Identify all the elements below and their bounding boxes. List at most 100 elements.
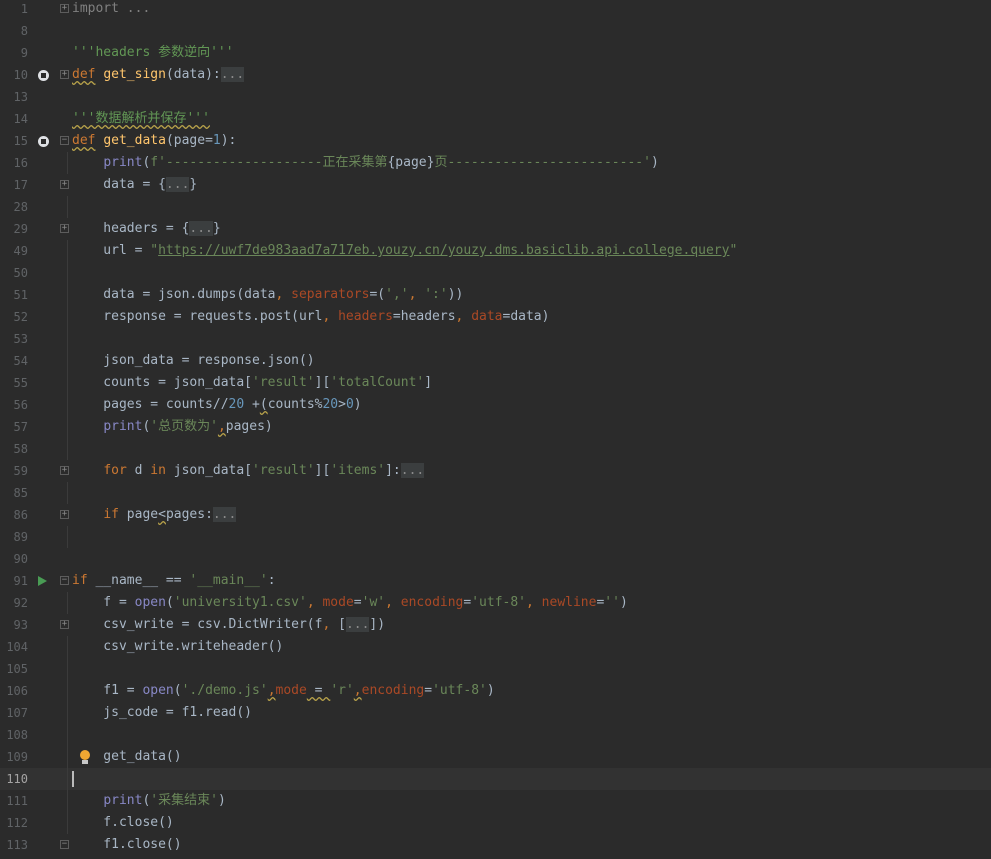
fold-toggle-icon[interactable]: + [60, 180, 69, 189]
code-line[interactable]: 14 '''数据解析并保存''' [0, 108, 991, 130]
code-line[interactable]: 53 [0, 328, 991, 350]
code-line[interactable]: 111 print('采集结束') [0, 790, 991, 812]
code-line[interactable]: 56 pages = counts//20 +(counts%20>0) [0, 394, 991, 416]
line-number[interactable]: 112 [0, 812, 28, 834]
code-line[interactable]: 55 counts = json_data['result']['totalCo… [0, 372, 991, 394]
code-text[interactable]: if page<pages:... [72, 504, 237, 526]
line-number[interactable]: 59 [0, 460, 28, 482]
run-icon[interactable] [35, 570, 49, 592]
code-line[interactable]: 110 [0, 768, 991, 790]
code-line[interactable]: 17 + data = {...} [0, 174, 991, 196]
code-line[interactable]: 109 get_data() [0, 746, 991, 768]
code-line[interactable]: 51 data = json.dumps(data, separators=('… [0, 284, 991, 306]
code-text[interactable]: json_data = response.json() [72, 350, 314, 372]
code-line[interactable]: 86 + if page<pages:... [0, 504, 991, 526]
line-number[interactable]: 86 [0, 504, 28, 526]
code-line[interactable]: 57 print('总页数为',pages) [0, 416, 991, 438]
code-line[interactable]: 13 [0, 86, 991, 108]
line-number[interactable]: 57 [0, 416, 28, 438]
fold-toggle-icon[interactable]: − [60, 136, 69, 145]
line-number[interactable]: 10 [0, 64, 28, 86]
fold-toggle-icon[interactable]: + [60, 510, 69, 519]
line-number[interactable]: 89 [0, 526, 28, 548]
code-line[interactable]: 59 + for d in json_data['result']['items'… [0, 460, 991, 482]
line-number[interactable]: 92 [0, 592, 28, 614]
code-text[interactable]: csv_write.writeheader() [72, 636, 283, 658]
code-text[interactable]: js_code = f1.read() [72, 702, 252, 724]
code-editor[interactable]: 1 + import ... 8 9 '''headers 参数逆向''' 10 + def g… [0, 0, 991, 859]
line-number[interactable]: 93 [0, 614, 28, 636]
code-text[interactable]: f = open('university1.csv', mode='w', en… [72, 592, 627, 614]
line-number[interactable]: 50 [0, 262, 28, 284]
code-line[interactable]: 85 [0, 482, 991, 504]
code-text[interactable]: pages = counts//20 +(counts%20>0) [72, 394, 361, 416]
code-text[interactable]: def get_data(page=1): [72, 130, 236, 152]
code-text[interactable]: if __name__ == '__main__': [72, 570, 276, 592]
line-number[interactable]: 28 [0, 196, 28, 218]
line-number[interactable]: 53 [0, 328, 28, 350]
code-line[interactable]: 104 csv_write.writeheader() [0, 636, 991, 658]
code-line[interactable]: 8 [0, 20, 991, 42]
code-line[interactable]: 106 f1 = open('./demo.js',mode = 'r',enc… [0, 680, 991, 702]
line-number[interactable]: 8 [0, 20, 28, 42]
code-line[interactable]: 28 [0, 196, 991, 218]
line-number[interactable]: 1 [0, 0, 28, 20]
code-line[interactable]: 15 − def get_data(page=1): [0, 130, 991, 152]
code-line[interactable]: 9 '''headers 参数逆向''' [0, 42, 991, 64]
line-number[interactable]: 90 [0, 548, 28, 570]
code-text[interactable]: '''数据解析并保存''' [72, 108, 210, 130]
line-number[interactable]: 55 [0, 372, 28, 394]
code-text[interactable]: data = json.dumps(data, separators=(',',… [72, 284, 463, 306]
code-line[interactable]: 90 [0, 548, 991, 570]
line-number[interactable]: 14 [0, 108, 28, 130]
line-number[interactable]: 107 [0, 702, 28, 724]
line-number[interactable]: 113 [0, 834, 28, 856]
code-text[interactable]: for d in json_data['result']['items']:..… [72, 460, 425, 482]
code-line[interactable]: 113 − f1.close() [0, 834, 991, 856]
line-number[interactable]: 9 [0, 42, 28, 64]
breakpoint-icon[interactable] [36, 64, 50, 86]
fold-toggle-icon[interactable]: + [60, 620, 69, 629]
code-text[interactable]: '''headers 参数逆向''' [72, 42, 234, 64]
line-number[interactable]: 16 [0, 152, 28, 174]
code-line[interactable]: 89 [0, 526, 991, 548]
code-line[interactable]: 29 + headers = {...} [0, 218, 991, 240]
code-line[interactable]: 52 response = requests.post(url, headers… [0, 306, 991, 328]
code-text[interactable]: def get_sign(data):... [72, 64, 245, 86]
fold-toggle-icon[interactable]: + [60, 224, 69, 233]
line-number[interactable]: 54 [0, 350, 28, 372]
code-text[interactable]: response = requests.post(url, headers=he… [72, 306, 549, 328]
line-number[interactable]: 17 [0, 174, 28, 196]
fold-toggle-icon[interactable]: + [60, 70, 69, 79]
code-text[interactable]: print('总页数为',pages) [72, 416, 272, 438]
fold-toggle-icon[interactable]: − [60, 576, 69, 585]
line-number[interactable]: 51 [0, 284, 28, 306]
code-line[interactable]: 49 url = "https://uwf7de983aad7a717eb.yo… [0, 240, 991, 262]
line-number[interactable]: 104 [0, 636, 28, 658]
code-text[interactable]: print('采集结束') [72, 790, 225, 812]
code-line[interactable]: 50 [0, 262, 991, 284]
fold-toggle-icon[interactable]: + [60, 466, 69, 475]
code-text[interactable]: f1.close() [72, 834, 181, 856]
line-number[interactable]: 13 [0, 86, 28, 108]
code-line[interactable]: 105 [0, 658, 991, 680]
line-number[interactable]: 15 [0, 130, 28, 152]
code-text[interactable]: counts = json_data['result']['totalCount… [72, 372, 432, 394]
breakpoint-icon[interactable] [36, 130, 50, 152]
code-text[interactable]: import ... [72, 0, 150, 20]
line-number[interactable]: 29 [0, 218, 28, 240]
code-text[interactable]: get_data() [72, 746, 181, 768]
line-number[interactable]: 110 [0, 768, 28, 790]
code-line[interactable]: 107 js_code = f1.read() [0, 702, 991, 724]
code-line[interactable]: 58 [0, 438, 991, 460]
fold-toggle-icon[interactable]: + [60, 4, 69, 13]
code-line[interactable]: 54 json_data = response.json() [0, 350, 991, 372]
code-line[interactable]: 108 [0, 724, 991, 746]
code-text[interactable]: f.close() [72, 812, 173, 834]
line-number[interactable]: 52 [0, 306, 28, 328]
line-number[interactable]: 106 [0, 680, 28, 702]
code-text[interactable]: csv_write = csv.DictWriter(f, [...]) [72, 614, 385, 636]
code-text[interactable]: url = "https://uwf7de983aad7a717eb.youzy… [72, 240, 737, 262]
line-number[interactable]: 91 [0, 570, 28, 592]
code-line[interactable]: 92 f = open('university1.csv', mode='w',… [0, 592, 991, 614]
